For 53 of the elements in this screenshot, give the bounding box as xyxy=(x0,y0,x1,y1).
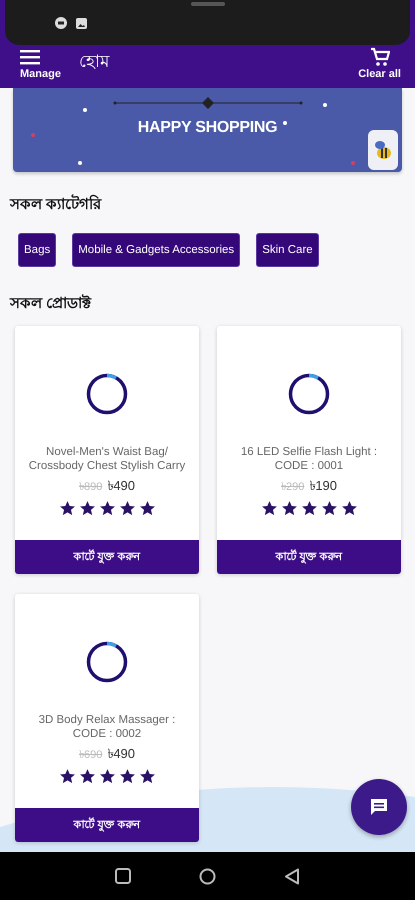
page-title: হোম xyxy=(78,51,109,73)
home-icon[interactable] xyxy=(199,868,216,884)
star-icon xyxy=(78,500,96,517)
menu-icon xyxy=(20,50,40,65)
cart-button[interactable]: Clear all xyxy=(358,47,401,80)
category-chip[interactable]: Skin Care xyxy=(256,233,319,267)
old-price: ৳290 xyxy=(280,480,304,495)
star-icon xyxy=(98,768,116,785)
section-heading: সকল ক্যাটেগরি xyxy=(10,193,103,215)
add-to-cart-button[interactable]: কার্টে যুক্ত করুন xyxy=(217,540,401,574)
star-icon xyxy=(138,768,156,785)
product-name: Novel-Men's Waist Bag/ Crossbody Chest Stylish Carry xyxy=(28,445,186,473)
product-name: 16 LED Selfie Flash Light : CODE : 0001 xyxy=(240,445,378,473)
star-icon xyxy=(58,500,76,517)
category-chip[interactable]: Mobile & Gadgets Accessories xyxy=(72,233,240,267)
product-name: 3D Body Relax Massager : CODE : 0002 xyxy=(38,713,176,741)
image-icon xyxy=(76,18,87,28)
category-chip[interactable]: Bags xyxy=(18,233,56,267)
product-card[interactable]: Novel-Men's Waist Bag/ Crossbody Chest Stylish Carry ৳890 ৳490 কার্টে যুক্ত করুন xyxy=(15,326,199,574)
star-icon xyxy=(118,768,136,785)
star-icon xyxy=(340,500,358,517)
star-icon xyxy=(118,500,136,517)
star-icon xyxy=(78,768,96,785)
loading-spinner-icon xyxy=(86,373,128,415)
product-card[interactable]: 16 LED Selfie Flash Light : CODE : 0001 ৳290 ৳190 কার্টে যুক্ত করুন xyxy=(217,326,401,574)
star-icon xyxy=(58,768,76,785)
recents-icon[interactable] xyxy=(115,868,131,884)
star-icon xyxy=(300,500,318,517)
back-icon[interactable] xyxy=(284,868,300,884)
star-icon xyxy=(280,500,298,517)
loading-spinner-icon xyxy=(288,373,330,415)
status-icon xyxy=(55,17,67,29)
product-card[interactable]: 3D Body Relax Massager : CODE : 0002 ৳690 ৳490 কার্টে যুক্ত করুন xyxy=(15,594,199,842)
section-heading: সকল প্রোডাক্ট xyxy=(10,293,92,314)
star-icon xyxy=(98,500,116,517)
star-icon xyxy=(138,500,156,517)
chat-icon xyxy=(369,797,389,817)
price: ৳190 xyxy=(309,477,338,495)
price: ৳490 xyxy=(107,745,136,763)
old-price: ৳890 xyxy=(78,480,102,495)
price: ৳490 xyxy=(107,477,136,495)
star-icon xyxy=(320,500,338,517)
menu-button[interactable]: Manage xyxy=(20,50,61,80)
old-price: ৳690 xyxy=(78,748,102,763)
add-to-cart-button[interactable]: কার্টে যুক্ত করুন xyxy=(15,808,199,842)
banner-text: HAPPY SHOPPING xyxy=(138,119,278,137)
loading-spinner-icon xyxy=(86,641,128,683)
star-icon xyxy=(260,500,278,517)
cart-icon xyxy=(370,47,390,67)
divider-ornament-icon xyxy=(112,97,302,109)
bee-icon xyxy=(373,139,393,161)
add-to-cart-button[interactable]: কার্টে যুক্ত করুন xyxy=(15,540,199,574)
bee-button[interactable] xyxy=(368,130,398,170)
